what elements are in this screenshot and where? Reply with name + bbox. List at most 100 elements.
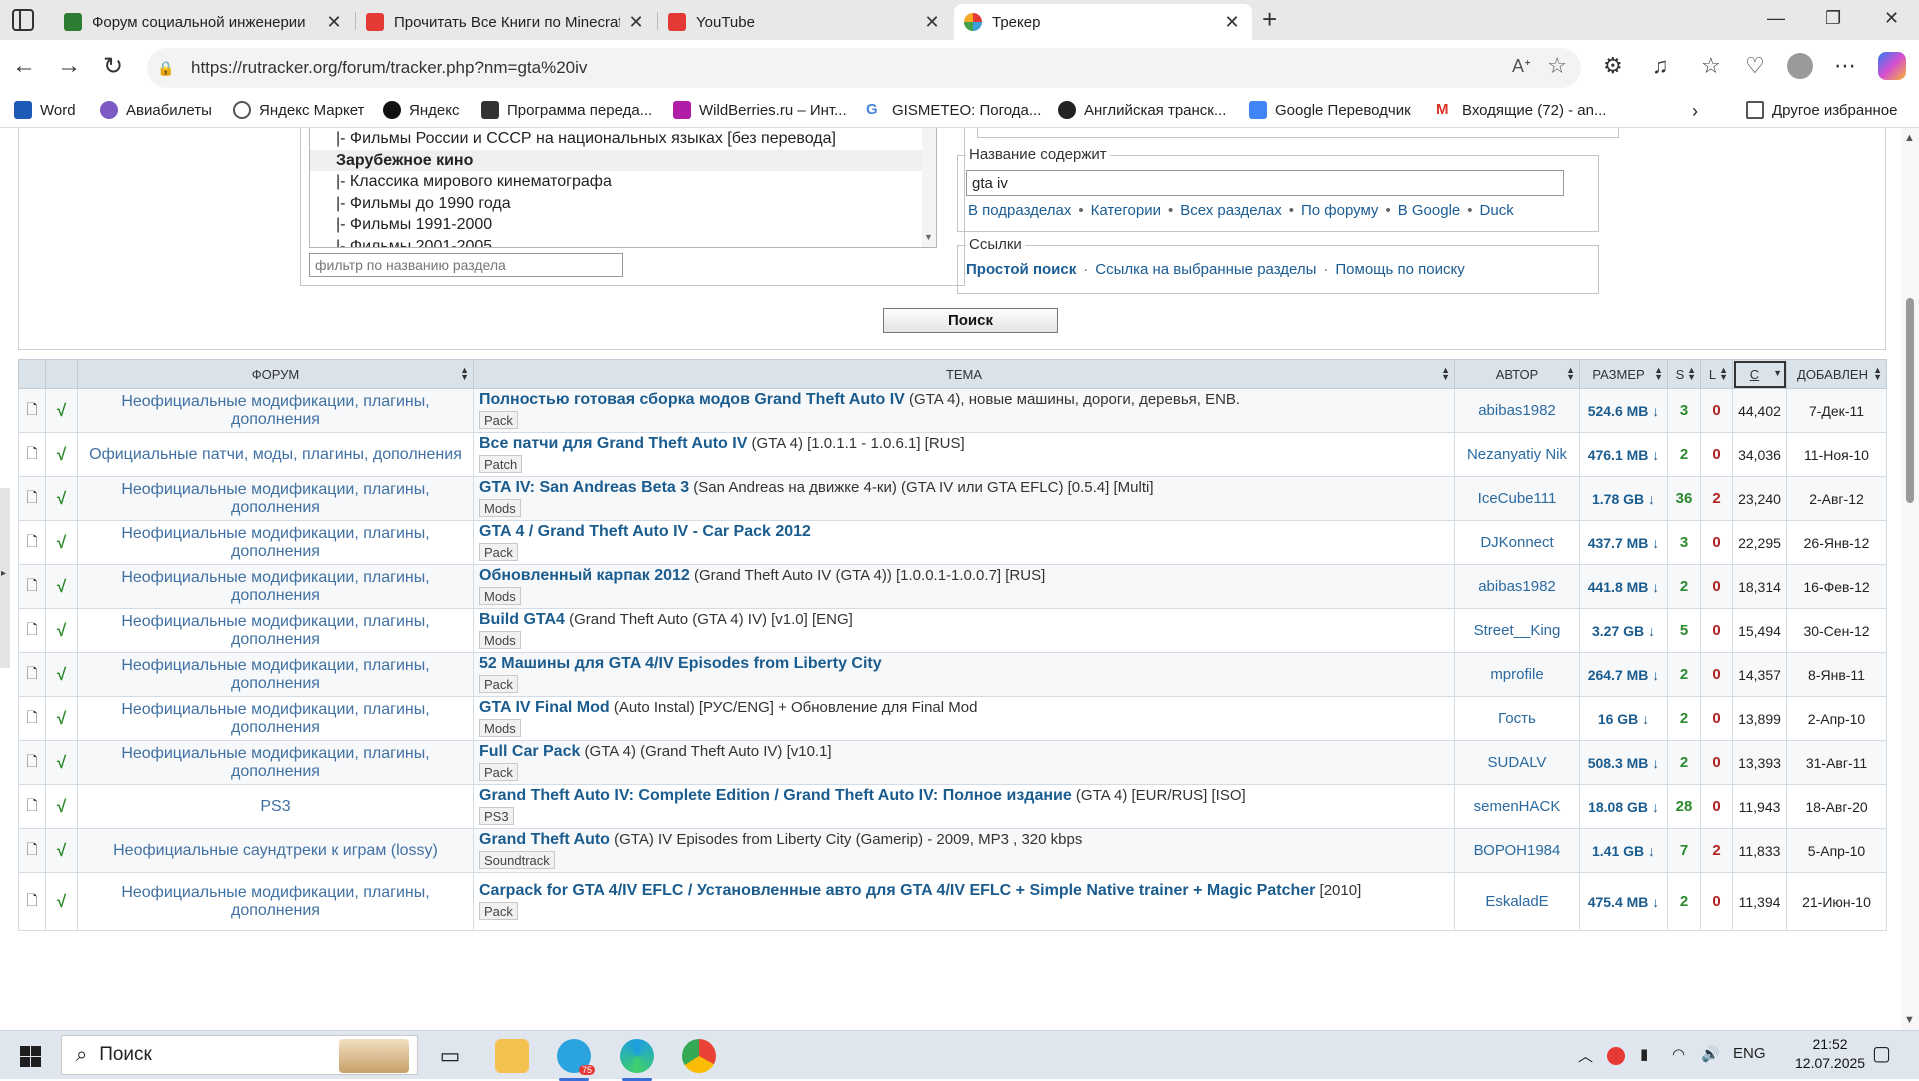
size-download-link[interactable]: 1.78 GB ↓ <box>1579 476 1668 521</box>
forum-option-group[interactable]: Зарубежное кино <box>310 149 936 171</box>
task-view-icon[interactable]: ▭ <box>433 1039 467 1073</box>
close-tab-icon[interactable]: ✕ <box>626 12 646 33</box>
topic-file-icon[interactable]: 🗋 <box>18 432 46 477</box>
size-download-link[interactable]: 18.08 GB ↓ <box>1579 784 1668 829</box>
copilot-icon[interactable] <box>1878 52 1906 80</box>
taskbar-clock[interactable]: 21:52 12.07.2025 <box>1795 1035 1865 1073</box>
author-link[interactable]: ВОРОН1984 <box>1454 828 1580 873</box>
topic-file-icon[interactable]: 🗋 <box>18 476 46 521</box>
col-header-size[interactable]: РАЗМЕР ▲ ▼ <box>1579 359 1668 389</box>
forum-link[interactable]: Неофициальные модификации, плагины, допо… <box>77 696 474 741</box>
link-all-sections[interactable]: Всех разделах <box>1180 202 1281 219</box>
author-link[interactable]: DJKonnect <box>1454 520 1580 565</box>
fav-other-favorites[interactable]: Другое избранное <box>1746 101 1897 119</box>
topic-file-icon[interactable]: 🗋 <box>18 784 46 829</box>
link-simple-search[interactable]: Простой поиск <box>966 261 1076 278</box>
forum-link[interactable]: Неофициальные модификации, плагины, допо… <box>77 388 474 433</box>
topic-title-link[interactable]: Full Car Pack <box>479 743 580 760</box>
tab-minecraft-books[interactable]: Прочитать Все Книги по Minecraft ✕ <box>356 4 656 40</box>
topic-title-link[interactable]: 52 Машины для GTA 4/IV Episodes from Lib… <box>479 655 882 672</box>
fav-wildberries[interactable]: WildBerries.ru – Инт... <box>673 101 847 119</box>
size-download-link[interactable]: 16 GB ↓ <box>1579 696 1668 741</box>
col-header-seeds[interactable]: S ▲ ▼ <box>1667 359 1701 389</box>
link-google[interactable]: В Google <box>1398 202 1461 219</box>
forum-link[interactable]: Неофициальные модификации, плагины, допо… <box>77 872 474 931</box>
minimize-icon[interactable]: — <box>1767 8 1785 29</box>
favorites-icon[interactable]: ☆ <box>1701 53 1721 79</box>
forum-option[interactable]: |- Фильмы до 1990 года <box>310 193 936 215</box>
fav-google-translate[interactable]: Google Переводчик <box>1249 101 1411 119</box>
fav-tv-program[interactable]: Программа переда... <box>481 101 652 119</box>
start-windows-icon[interactable] <box>20 1046 41 1067</box>
notifications-icon[interactable]: ▢ <box>1872 1041 1891 1066</box>
taskbar-search[interactable]: ⌕ Поиск <box>61 1035 418 1075</box>
network-icon[interactable]: ◠ <box>1672 1045 1685 1063</box>
size-download-link[interactable]: 476.1 MB ↓ <box>1579 432 1668 477</box>
link-duck[interactable]: Duck <box>1480 202 1514 219</box>
topic-file-icon[interactable]: 🗋 <box>18 652 46 697</box>
author-link[interactable]: Nezanyatiy Nik <box>1454 432 1580 477</box>
forum-option[interactable]: |- Фильмы России и СССР на национальных … <box>310 128 936 150</box>
language-indicator[interactable]: ENG <box>1733 1045 1766 1062</box>
author-link[interactable]: Street__King <box>1454 608 1580 653</box>
url-text[interactable]: https://rutracker.org/forum/tracker.php?… <box>191 58 587 78</box>
topic-title-link[interactable]: GTA 4 / Grand Theft Auto IV - Car Pack 2… <box>479 523 811 540</box>
forum-link[interactable]: Неофициальные саундтреки к играм (lossy) <box>77 828 474 873</box>
topic-title-link[interactable]: GTA IV Final Mod <box>479 699 610 716</box>
page-scrollbar[interactable]: ▲ ▼ <box>1901 128 1919 1030</box>
profile-avatar[interactable] <box>1787 53 1813 79</box>
forum-link[interactable]: Неофициальные модификации, плагины, допо… <box>77 476 474 521</box>
edge-icon[interactable] <box>620 1039 654 1081</box>
forum-option[interactable]: |- Фильмы 2001-2005 <box>310 236 936 248</box>
back-icon[interactable]: ← <box>12 52 36 80</box>
topic-title-link[interactable]: Все патчи для Grand Theft Auto IV <box>479 435 747 452</box>
size-download-link[interactable]: 437.7 MB ↓ <box>1579 520 1668 565</box>
topic-title-link[interactable]: Carpack for GTA 4/IV EFLC / Установленны… <box>479 882 1315 899</box>
col-header-leech[interactable]: L ▲ ▼ <box>1700 359 1733 389</box>
topic-title-link[interactable]: Grand Theft Auto <box>479 831 610 848</box>
size-download-link[interactable]: 524.6 MB ↓ <box>1579 388 1668 433</box>
tab-social-engineering[interactable]: Форум социальной инженерии ✕ <box>54 4 354 40</box>
forum-link[interactable]: Неофициальные модификации, плагины, допо… <box>77 564 474 609</box>
reload-icon[interactable]: ↻ <box>103 52 123 81</box>
forum-option[interactable]: |- Классика мирового кинематографа <box>310 171 936 193</box>
topic-file-icon[interactable]: 🗋 <box>18 828 46 873</box>
browser-essentials-icon[interactable]: ♫ <box>1652 53 1669 79</box>
close-tab-icon[interactable]: ✕ <box>1222 12 1242 33</box>
address-bar[interactable]: 🔒 https://rutracker.org/forum/tracker.ph… <box>147 48 1581 88</box>
topic-title-link[interactable]: Build GTA4 <box>479 611 565 628</box>
health-icon[interactable]: ♡ <box>1745 53 1765 79</box>
link-categories[interactable]: Категории <box>1091 202 1161 219</box>
name-contains-input[interactable] <box>966 170 1564 196</box>
tab-youtube[interactable]: YouTube ✕ <box>658 4 952 40</box>
author-link[interactable]: abibas1982 <box>1454 388 1580 433</box>
link-by-forum[interactable]: По форуму <box>1301 202 1378 219</box>
tab-tracker[interactable]: Трекер ✕ <box>954 4 1252 40</box>
battery-icon[interactable]: ▮ <box>1640 1045 1648 1063</box>
topic-file-icon[interactable]: 🗋 <box>18 740 46 785</box>
show-hidden-icons[interactable]: ︿ <box>1578 1045 1593 1066</box>
author-link[interactable]: EskaladE <box>1454 872 1580 931</box>
author-link[interactable]: semenHACK <box>1454 784 1580 829</box>
topic-title-link[interactable]: Полностью готовая сборка модов Grand The… <box>479 391 905 408</box>
size-download-link[interactable]: 475.4 MB ↓ <box>1579 872 1668 931</box>
topic-file-icon[interactable]: 🗋 <box>18 608 46 653</box>
scroll-down-icon[interactable]: ▼ <box>1904 1014 1915 1026</box>
link-subsections[interactable]: В подразделах <box>968 202 1071 219</box>
author-link[interactable]: Гость <box>1454 696 1580 741</box>
topic-file-icon[interactable]: 🗋 <box>18 696 46 741</box>
size-download-link[interactable]: 508.3 MB ↓ <box>1579 740 1668 785</box>
size-download-link[interactable]: 1.41 GB ↓ <box>1579 828 1668 873</box>
fav-gmail[interactable]: M Входящие (72) - an... <box>1436 101 1606 119</box>
forum-link[interactable]: Неофициальные модификации, плагины, допо… <box>77 608 474 653</box>
fav-yandex[interactable]: Яндекс <box>383 101 459 119</box>
topic-file-icon[interactable]: 🗋 <box>18 872 46 931</box>
more-favorites-icon[interactable]: › <box>1692 101 1698 122</box>
topic-title-link[interactable]: Grand Theft Auto IV: Complete Edition / … <box>479 787 1072 804</box>
size-download-link[interactable]: 3.27 GB ↓ <box>1579 608 1668 653</box>
topic-file-icon[interactable]: 🗋 <box>18 520 46 565</box>
forum-link[interactable]: Неофициальные модификации, плагины, допо… <box>77 520 474 565</box>
forum-filter-input[interactable] <box>309 253 623 277</box>
scrollbar-thumb[interactable] <box>1906 298 1914 503</box>
maximize-icon[interactable]: ❐ <box>1825 8 1841 29</box>
